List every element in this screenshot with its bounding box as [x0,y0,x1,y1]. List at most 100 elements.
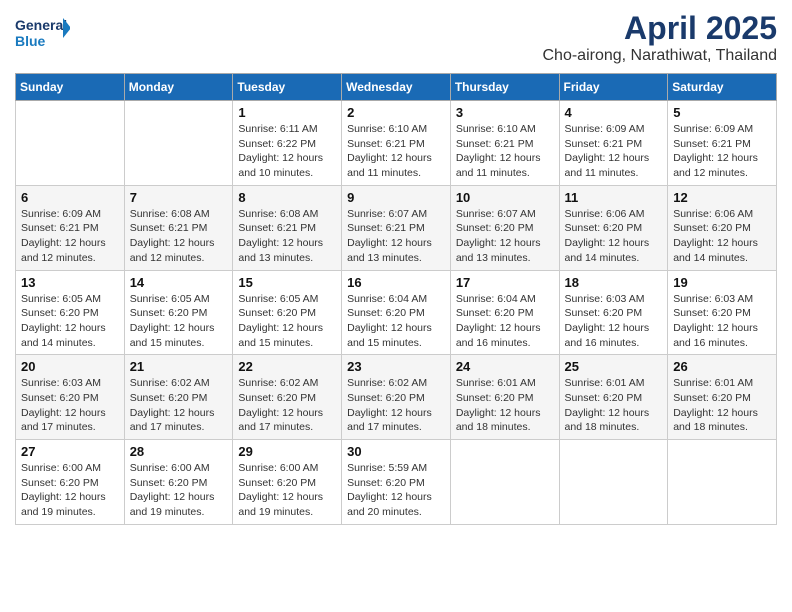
title-area: April 2025 Cho-airong, Narathiwat, Thail… [543,10,778,65]
calendar-cell: 6 Sunrise: 6:09 AMSunset: 6:21 PMDaylight… [16,185,125,270]
week-row-5: 27 Sunrise: 6:00 AMSunset: 6:20 PMDayligh… [16,440,777,525]
day-number: 2 [347,105,445,120]
day-detail: Sunrise: 6:10 AMSunset: 6:21 PMDaylight:… [456,122,554,181]
weekday-header-sunday: Sunday [16,74,125,101]
day-number: 19 [673,275,771,290]
day-detail: Sunrise: 6:02 AMSunset: 6:20 PMDaylight:… [130,376,228,435]
day-number: 9 [347,190,445,205]
calendar-cell: 22 Sunrise: 6:02 AMSunset: 6:20 PMDayligh… [233,355,342,440]
day-detail: Sunrise: 6:03 AMSunset: 6:20 PMDaylight:… [565,292,663,351]
day-detail: Sunrise: 6:04 AMSunset: 6:20 PMDaylight:… [456,292,554,351]
calendar-cell [668,440,777,525]
day-number: 17 [456,275,554,290]
day-detail: Sunrise: 6:09 AMSunset: 6:21 PMDaylight:… [673,122,771,181]
day-detail: Sunrise: 6:08 AMSunset: 6:21 PMDaylight:… [130,207,228,266]
svg-text:Blue: Blue [15,33,46,49]
day-number: 18 [565,275,663,290]
day-number: 20 [21,359,119,374]
day-detail: Sunrise: 6:09 AMSunset: 6:21 PMDaylight:… [565,122,663,181]
calendar-cell [450,440,559,525]
day-detail: Sunrise: 6:10 AMSunset: 6:21 PMDaylight:… [347,122,445,181]
day-detail: Sunrise: 6:05 AMSunset: 6:20 PMDaylight:… [238,292,336,351]
day-number: 21 [130,359,228,374]
week-row-2: 6 Sunrise: 6:09 AMSunset: 6:21 PMDaylight… [16,185,777,270]
day-number: 5 [673,105,771,120]
weekday-header-monday: Monday [124,74,233,101]
day-detail: Sunrise: 5:59 AMSunset: 6:20 PMDaylight:… [347,461,445,520]
day-number: 22 [238,359,336,374]
day-number: 29 [238,444,336,459]
calendar-cell: 9 Sunrise: 6:07 AMSunset: 6:21 PMDaylight… [342,185,451,270]
day-number: 26 [673,359,771,374]
day-detail: Sunrise: 6:06 AMSunset: 6:20 PMDaylight:… [673,207,771,266]
calendar-cell: 24 Sunrise: 6:01 AMSunset: 6:20 PMDayligh… [450,355,559,440]
calendar-cell: 3 Sunrise: 6:10 AMSunset: 6:21 PMDaylight… [450,101,559,186]
calendar-cell: 20 Sunrise: 6:03 AMSunset: 6:20 PMDayligh… [16,355,125,440]
calendar-cell: 12Sunrise: 6:06 AMSunset: 6:20 PMDayligh… [668,185,777,270]
day-detail: Sunrise: 6:07 AMSunset: 6:21 PMDaylight:… [347,207,445,266]
calendar-cell: 13Sunrise: 6:05 AMSunset: 6:20 PMDayligh… [16,270,125,355]
day-detail: Sunrise: 6:02 AMSunset: 6:20 PMDaylight:… [238,376,336,435]
day-detail: Sunrise: 6:09 AMSunset: 6:21 PMDaylight:… [21,207,119,266]
day-detail: Sunrise: 6:11 AMSunset: 6:22 PMDaylight:… [238,122,336,181]
day-number: 7 [130,190,228,205]
calendar-cell: 2 Sunrise: 6:10 AMSunset: 6:21 PMDaylight… [342,101,451,186]
week-row-3: 13Sunrise: 6:05 AMSunset: 6:20 PMDayligh… [16,270,777,355]
calendar-cell: 26 Sunrise: 6:01 AMSunset: 6:20 PMDayligh… [668,355,777,440]
calendar-cell: 23 Sunrise: 6:02 AMSunset: 6:20 PMDayligh… [342,355,451,440]
day-detail: Sunrise: 6:03 AMSunset: 6:20 PMDaylight:… [21,376,119,435]
page-header: General Blue April 2025 Cho-airong, Nara… [15,10,777,65]
day-number: 3 [456,105,554,120]
day-detail: Sunrise: 6:00 AMSunset: 6:20 PMDaylight:… [238,461,336,520]
calendar-table: SundayMondayTuesdayWednesdayThursdayFrid… [15,73,777,525]
calendar-cell: 7 Sunrise: 6:08 AMSunset: 6:21 PMDaylight… [124,185,233,270]
day-detail: Sunrise: 6:00 AMSunset: 6:20 PMDaylight:… [21,461,119,520]
calendar-cell: 29 Sunrise: 6:00 AMSunset: 6:20 PMDayligh… [233,440,342,525]
week-row-1: 1 Sunrise: 6:11 AMSunset: 6:22 PMDaylight… [16,101,777,186]
weekday-header-tuesday: Tuesday [233,74,342,101]
location-title: Cho-airong, Narathiwat, Thailand [543,47,778,65]
calendar-cell [16,101,125,186]
day-detail: Sunrise: 6:00 AMSunset: 6:20 PMDaylight:… [130,461,228,520]
day-detail: Sunrise: 6:01 AMSunset: 6:20 PMDaylight:… [565,376,663,435]
calendar-cell: 28 Sunrise: 6:00 AMSunset: 6:20 PMDayligh… [124,440,233,525]
calendar-cell: 10 Sunrise: 6:07 AMSunset: 6:20 PMDayligh… [450,185,559,270]
calendar-cell: 25 Sunrise: 6:01 AMSunset: 6:20 PMDayligh… [559,355,668,440]
calendar-cell: 4 Sunrise: 6:09 AMSunset: 6:21 PMDaylight… [559,101,668,186]
day-number: 1 [238,105,336,120]
weekday-header-thursday: Thursday [450,74,559,101]
logo: General Blue [15,10,70,55]
day-number: 6 [21,190,119,205]
day-number: 8 [238,190,336,205]
day-detail: Sunrise: 6:05 AMSunset: 6:20 PMDaylight:… [130,292,228,351]
calendar-cell: 18 Sunrise: 6:03 AMSunset: 6:20 PMDayligh… [559,270,668,355]
weekday-header-saturday: Saturday [668,74,777,101]
day-detail: Sunrise: 6:02 AMSunset: 6:20 PMDaylight:… [347,376,445,435]
calendar-cell [124,101,233,186]
day-number: 23 [347,359,445,374]
calendar-cell: 5 Sunrise: 6:09 AMSunset: 6:21 PMDaylight… [668,101,777,186]
day-detail: Sunrise: 6:01 AMSunset: 6:20 PMDaylight:… [673,376,771,435]
day-number: 16 [347,275,445,290]
day-number: 28 [130,444,228,459]
day-number: 24 [456,359,554,374]
day-number: 10 [456,190,554,205]
day-detail: Sunrise: 6:07 AMSunset: 6:20 PMDaylight:… [456,207,554,266]
calendar-cell: 17 Sunrise: 6:04 AMSunset: 6:20 PMDayligh… [450,270,559,355]
day-detail: Sunrise: 6:06 AMSunset: 6:20 PMDaylight:… [565,207,663,266]
day-number: 25 [565,359,663,374]
day-number: 4 [565,105,663,120]
day-detail: Sunrise: 6:03 AMSunset: 6:20 PMDaylight:… [673,292,771,351]
day-detail: Sunrise: 6:04 AMSunset: 6:20 PMDaylight:… [347,292,445,351]
day-detail: Sunrise: 6:05 AMSunset: 6:20 PMDaylight:… [21,292,119,351]
day-detail: Sunrise: 6:01 AMSunset: 6:20 PMDaylight:… [456,376,554,435]
weekday-header-friday: Friday [559,74,668,101]
calendar-cell: 15Sunrise: 6:05 AMSunset: 6:20 PMDayligh… [233,270,342,355]
svg-text:General: General [15,17,67,33]
calendar-cell: 21 Sunrise: 6:02 AMSunset: 6:20 PMDayligh… [124,355,233,440]
calendar-cell: 30Sunrise: 5:59 AMSunset: 6:20 PMDayligh… [342,440,451,525]
calendar-cell: 11Sunrise: 6:06 AMSunset: 6:20 PMDayligh… [559,185,668,270]
calendar-cell: 19 Sunrise: 6:03 AMSunset: 6:20 PMDayligh… [668,270,777,355]
month-title: April 2025 [543,10,778,47]
day-number: 27 [21,444,119,459]
